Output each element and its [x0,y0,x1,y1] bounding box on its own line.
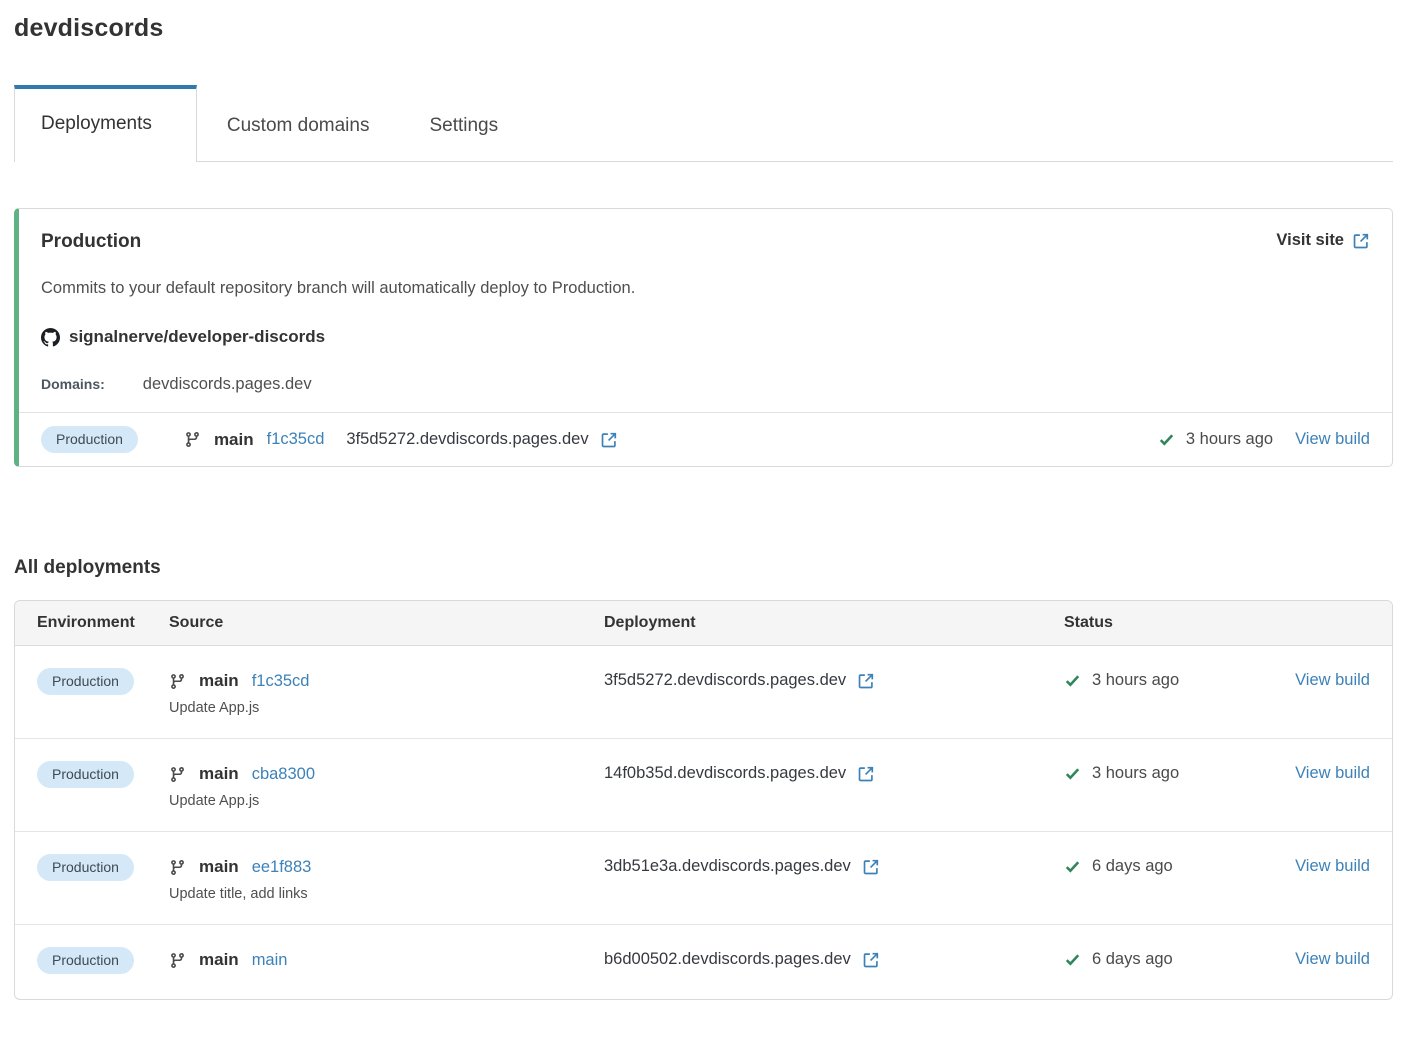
environment-badge: Production [37,668,134,695]
table-row: Production main ee1f883 Update title, ad… [15,832,1392,925]
external-link-icon[interactable] [857,672,875,690]
environment-badge: Production [37,761,134,788]
view-build-link[interactable]: View build [1295,430,1370,449]
external-link-icon[interactable] [600,431,618,449]
table-header: Environment Source Deployment Status [15,601,1392,646]
tab-deployments[interactable]: Deployments [14,85,197,162]
check-icon [1064,765,1081,782]
github-icon [41,328,60,347]
deployments-table: Environment Source Deployment Status Pro… [14,600,1393,1000]
commit-message: Update title, add links [169,886,604,902]
domains-value: devdiscords.pages.dev [143,375,312,394]
column-environment: Environment [37,614,169,632]
view-build-link[interactable]: View build [1295,857,1370,875]
tab-settings[interactable]: Settings [399,89,528,161]
table-row: Production main f1c35cd Update App.js 3f… [15,646,1392,739]
deploy-time: 3 hours ago [1186,430,1273,449]
environment-badge: Production [37,854,134,881]
deployment-url: 3db51e3a.devdiscords.pages.dev [604,857,851,876]
view-build-link[interactable]: View build [1295,671,1370,689]
deployment-url: 3f5d5272.devdiscords.pages.dev [346,430,588,449]
production-card-title: Production [41,231,141,253]
commit-link[interactable]: ee1f883 [252,858,312,877]
deployments-table-body: Production main f1c35cd Update App.js 3f… [15,646,1392,999]
production-deployment-row: Production main f1c35cd 3f5d5272.devdisc… [19,412,1392,466]
tab-bar: Deployments Custom domains Settings [14,85,1393,162]
table-row: Production main main b6d00502.devdiscord… [15,925,1392,999]
tab-custom-domains[interactable]: Custom domains [197,89,400,161]
deployment-url: b6d00502.devdiscords.pages.dev [604,950,851,969]
check-icon [1064,858,1081,875]
column-source: Source [169,614,604,632]
commit-message: Update App.js [169,700,604,716]
column-status: Status [1064,614,1284,632]
repo-name: signalnerve/developer-discords [69,327,325,347]
branch-name: main [199,950,239,970]
domains-label: Domains: [41,376,105,392]
environment-badge: Production [41,426,138,453]
git-branch-icon [184,431,201,448]
visit-site-link[interactable]: Visit site [1276,231,1370,250]
visit-site-label: Visit site [1276,231,1344,250]
check-icon [1064,672,1081,689]
view-build-link[interactable]: View build [1295,950,1370,968]
git-branch-icon [169,766,186,783]
commit-link[interactable]: f1c35cd [252,672,310,691]
external-link-icon[interactable] [862,951,880,969]
column-deployment: Deployment [604,614,1064,632]
production-description: Commits to your default repository branc… [41,279,1370,298]
environment-badge: Production [37,947,134,974]
commit-link[interactable]: cba8300 [252,765,315,784]
git-branch-icon [169,673,186,690]
check-icon [1064,951,1081,968]
deployment-url: 3f5d5272.devdiscords.pages.dev [604,671,846,690]
deployment-url: 14f0b35d.devdiscords.pages.dev [604,764,846,783]
branch-name: main [199,857,239,877]
deploy-time: 6 days ago [1092,950,1173,969]
check-icon [1158,431,1175,448]
all-deployments-title: All deployments [14,557,1393,579]
commit-link[interactable]: f1c35cd [267,430,325,449]
external-link-icon [1352,232,1370,250]
commit-link[interactable]: main [252,951,288,970]
branch-name: main [199,764,239,784]
git-branch-icon [169,859,186,876]
external-link-icon[interactable] [862,858,880,876]
external-link-icon[interactable] [857,765,875,783]
page-title: devdiscords [14,14,1393,43]
deploy-time: 3 hours ago [1092,671,1179,690]
branch-name: main [199,671,239,691]
deploy-time: 6 days ago [1092,857,1173,876]
table-row: Production main cba8300 Update App.js 14… [15,739,1392,832]
view-build-link[interactable]: View build [1295,764,1370,782]
deploy-time: 3 hours ago [1092,764,1179,783]
git-branch-icon [169,952,186,969]
commit-message: Update App.js [169,793,604,809]
branch-name: main [214,430,254,450]
production-card: Production Visit site Commits to your de… [14,208,1393,467]
